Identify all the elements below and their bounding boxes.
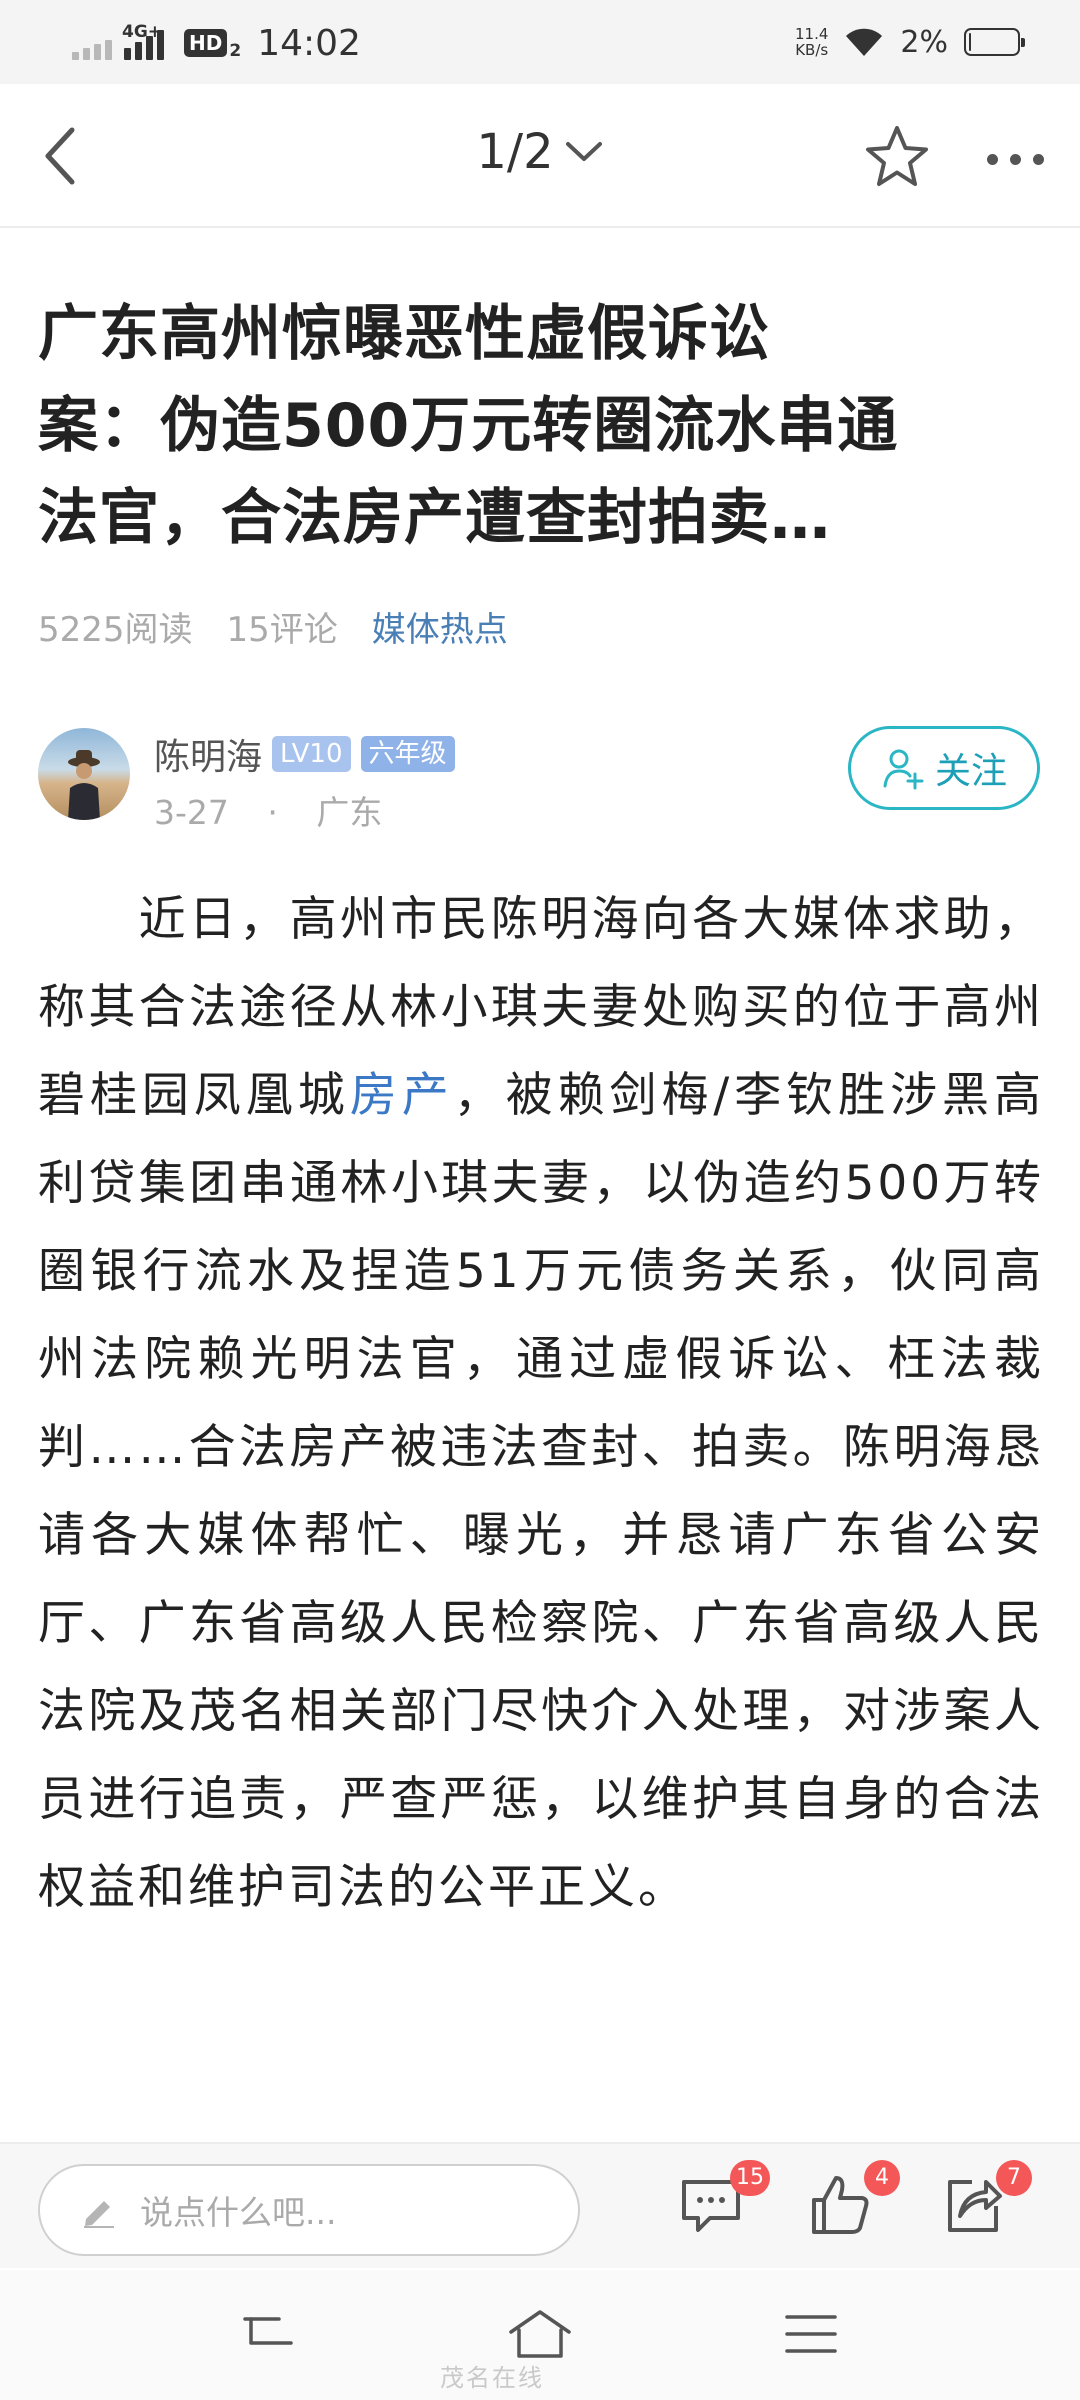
status-right: 11.4 KB/s 2% (795, 16, 1025, 68)
signal-icon: 4G+ (72, 18, 172, 68)
author-name[interactable]: 陈明海 (154, 728, 262, 780)
body-text: ，被赖剑梅/李钦胜涉黑高利贷集团串通林小琪夫妻，以伪造约500万转圈银行流水及捏… (38, 1068, 1045, 1915)
avatar[interactable] (38, 728, 130, 820)
hd-sub: 2 (229, 41, 242, 61)
hd-icon: HD (184, 29, 228, 57)
menu-icon (785, 2315, 837, 2353)
system-home-button[interactable] (505, 2304, 575, 2364)
return-arrow-icon (243, 2317, 293, 2345)
comments-button[interactable]: 15 (676, 2160, 770, 2240)
network-type: 4G+ (122, 22, 163, 42)
comment-count-text[interactable]: 15评论 (227, 602, 338, 651)
like-button[interactable]: 4 (806, 2160, 900, 2240)
follow-label: 关注 (934, 751, 1007, 792)
status-left: 4G+ HD 2 14:02 (72, 18, 361, 68)
watermark: 茂名在线 (440, 2364, 544, 2392)
post-date: 3-27 (154, 793, 229, 832)
top-nav-bar: 1/2 (0, 84, 1080, 228)
avatar-image (68, 750, 100, 820)
category-link[interactable]: 媒体热点 (372, 602, 508, 651)
more-dots-icon[interactable] (970, 134, 1060, 184)
article-meta: 5225阅读 15评论 媒体热点 (38, 602, 508, 651)
article-body: 近日，高州市民陈明海向各大媒体求助，称其合法途径从林小琪夫妻处购买的位于高州碧桂… (38, 876, 1044, 1932)
article-title: 广东高州惊曝恶性虚假诉讼 案：伪造500万元转圈流水串通 法官，合法房产遭查封拍… (38, 288, 1048, 564)
status-time: 14:02 (257, 22, 361, 64)
pencil-icon (84, 2201, 114, 2228)
author-name-row: 陈明海 LV10 六年级 (154, 728, 455, 780)
system-menu-button[interactable] (776, 2304, 846, 2364)
battery-icon (964, 28, 1025, 56)
chevron-down-icon (565, 142, 602, 161)
grade-badge: 六年级 (360, 736, 455, 772)
page-indicator: 1/2 (476, 124, 554, 180)
share-button[interactable]: 7 (938, 2160, 1032, 2240)
level-badge: LV10 (272, 736, 351, 772)
battery-percent: 2% (900, 24, 948, 60)
system-back-button[interactable] (234, 2304, 304, 2364)
follow-button[interactable]: 关注 (848, 726, 1040, 810)
wifi-icon (846, 28, 883, 56)
share-count-badge: 7 (996, 2160, 1032, 2196)
network-speed: 11.4 KB/s (795, 26, 828, 58)
comment-input[interactable]: 说点什么吧... (38, 2164, 580, 2256)
comment-placeholder: 说点什么吧... (140, 2193, 337, 2232)
like-count-badge: 4 (864, 2160, 900, 2196)
comment-count-badge: 15 (730, 2160, 770, 2196)
home-icon (509, 2310, 571, 2358)
comment-bar: 说点什么吧... 15 4 7 (0, 2142, 1080, 2268)
title-line: 法官，合法房产遭查封拍卖… (38, 483, 831, 553)
battery-fill (969, 33, 971, 51)
post-location: 广东 (316, 793, 383, 832)
title-line: 案：伪造500万元转圈流水串通 (38, 391, 899, 461)
add-user-icon (883, 749, 924, 790)
star-outline-icon (866, 126, 928, 186)
status-bar: 4G+ HD 2 14:02 11.4 KB/s 2% (0, 0, 1080, 84)
body-link-property[interactable]: 房产 (350, 1068, 454, 1123)
favorite-button[interactable] (862, 122, 932, 192)
author-meta: 3-27 · 广东 (154, 786, 382, 834)
speed-value: 11.4 (795, 25, 829, 43)
read-count: 5225阅读 (38, 610, 193, 650)
meta-separator: · (267, 793, 278, 832)
speed-unit: KB/s (795, 41, 829, 59)
title-line: 广东高州惊曝恶性虚假诉讼 (38, 299, 770, 369)
